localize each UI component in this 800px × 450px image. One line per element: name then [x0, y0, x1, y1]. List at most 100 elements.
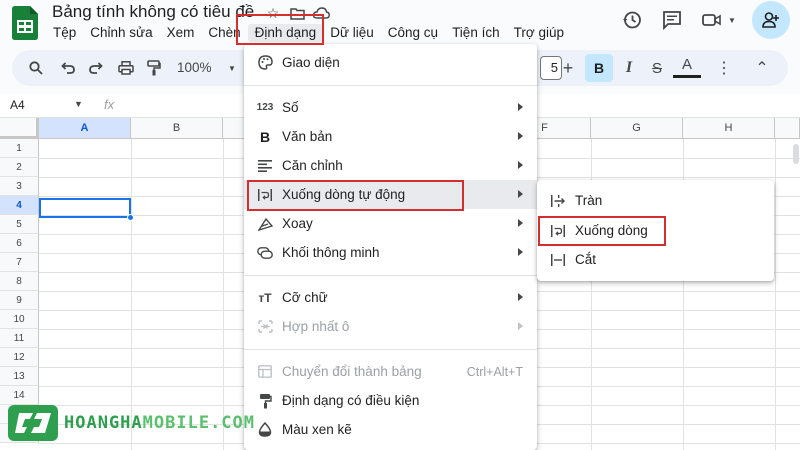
- number-format-icon: 123: [256, 102, 274, 113]
- align-icon: [256, 157, 274, 175]
- menu-item-font-size[interactable]: ᴛT Cỡ chữ: [244, 283, 537, 312]
- bold-button[interactable]: B: [585, 54, 613, 82]
- menu-item-label: Văn bản: [282, 129, 333, 144]
- menu-separator: [244, 85, 537, 86]
- sheets-window: Bảng tính không có tiêu đề ☆ Tệp Chỉnh s…: [0, 0, 800, 450]
- menu-item-text[interactable]: B Văn bản: [244, 122, 537, 151]
- menu-item-label: Xuống dòng tự động: [282, 187, 406, 202]
- column-header-a[interactable]: A: [39, 118, 131, 139]
- row-header[interactable]: 9: [0, 291, 39, 310]
- row-header[interactable]: 12: [0, 348, 39, 367]
- menu-help[interactable]: Trợ giúp: [507, 24, 571, 42]
- menu-format[interactable]: Định dạng: [247, 24, 324, 42]
- row-header[interactable]: 3: [0, 177, 39, 196]
- menu-tools[interactable]: Công cụ: [381, 24, 445, 42]
- menu-item-text-wrapping[interactable]: Xuống dòng tự động: [244, 180, 537, 209]
- submenu-arrow-icon: [518, 190, 523, 198]
- menu-file[interactable]: Tệp: [46, 24, 83, 42]
- submenu-item-label: Xuống dòng: [575, 223, 648, 238]
- search-icon[interactable]: [22, 54, 50, 82]
- menu-item-alignment[interactable]: Căn chỉnh: [244, 151, 537, 180]
- meet-icon[interactable]: ▼: [692, 0, 746, 40]
- clip-icon: [549, 251, 567, 269]
- collapse-toolbar-icon[interactable]: ⌃: [748, 54, 776, 82]
- row-header[interactable]: 10: [0, 310, 39, 329]
- selected-cell-a4[interactable]: [39, 198, 131, 218]
- submenu-arrow-icon: [518, 293, 523, 301]
- menu-data[interactable]: Dữ liệu: [323, 24, 381, 42]
- column-header-h[interactable]: H: [683, 118, 775, 139]
- history-icon[interactable]: [612, 0, 652, 40]
- print-icon[interactable]: [112, 54, 140, 82]
- zoom-dropdown-icon[interactable]: ▼: [218, 54, 246, 82]
- header-actions: ▼: [612, 0, 800, 40]
- submenu-item-clip[interactable]: Cắt: [537, 245, 774, 274]
- submenu-item-label: Cắt: [575, 252, 597, 267]
- menu-item-label: Chuyển đổi thành bảng: [282, 364, 422, 379]
- merge-cells-icon: [256, 318, 274, 336]
- overflow-icon: [549, 192, 567, 210]
- fill-handle[interactable]: [127, 214, 134, 221]
- menu-view[interactable]: Xem: [160, 24, 202, 42]
- italic-button[interactable]: I: [615, 54, 643, 82]
- menu-item-theme[interactable]: Giao diện: [244, 48, 537, 77]
- menu-item-smart-chips[interactable]: Khối thông minh: [244, 238, 537, 267]
- increase-font-size-icon[interactable]: +: [554, 54, 582, 82]
- move-folder-icon[interactable]: [288, 4, 306, 22]
- wrap-icon: [549, 222, 567, 240]
- row-header[interactable]: 8: [0, 272, 39, 291]
- menu-bar: Tệp Chỉnh sửa Xem Chèn Định dạng Dữ liệu…: [46, 24, 571, 42]
- menu-edit[interactable]: Chỉnh sửa: [83, 24, 159, 42]
- undo-icon[interactable]: [54, 54, 82, 82]
- menu-item-conditional-formatting[interactable]: Định dạng có điều kiện: [244, 386, 537, 415]
- share-button[interactable]: [752, 1, 790, 39]
- star-icon[interactable]: ☆: [264, 4, 282, 22]
- row-header[interactable]: 7: [0, 253, 39, 272]
- menu-extensions[interactable]: Tiện ích: [445, 24, 507, 42]
- more-options-icon[interactable]: ⋮: [710, 54, 738, 82]
- cloud-status-icon[interactable]: [312, 4, 330, 22]
- menu-item-rotation[interactable]: Xoay: [244, 209, 537, 238]
- table-icon: [256, 363, 274, 381]
- font-size-icon: ᴛT: [258, 290, 272, 305]
- sheets-logo-icon[interactable]: [12, 6, 38, 40]
- menu-item-alternating-colors[interactable]: Màu xen kẽ: [244, 415, 537, 444]
- row-header[interactable]: 1: [0, 139, 39, 158]
- menu-item-label: Hợp nhất ô: [282, 319, 350, 334]
- menu-insert[interactable]: Chèn: [201, 24, 247, 42]
- column-header-i[interactable]: [775, 118, 800, 139]
- brand-name: HOANGHAMOBILE.COM: [64, 413, 255, 433]
- select-all-corner[interactable]: [0, 118, 39, 139]
- row-header[interactable]: 13: [0, 367, 39, 386]
- menu-item-number[interactable]: 123 Số: [244, 93, 537, 122]
- menu-item-label: Căn chỉnh: [282, 158, 343, 173]
- name-box-dropdown-icon[interactable]: ▼: [74, 99, 83, 109]
- row-header[interactable]: 11: [0, 329, 39, 348]
- strikethrough-button[interactable]: S: [643, 54, 671, 82]
- fx-icon: fx: [104, 97, 115, 112]
- text-color-button[interactable]: A: [673, 54, 701, 78]
- brand-name-part-a: HOANGHA: [64, 413, 143, 433]
- zoom-level[interactable]: 100%: [177, 60, 212, 75]
- paint-roller-icon: [256, 392, 274, 410]
- row-header[interactable]: 4: [0, 196, 39, 215]
- vertical-scrollbar[interactable]: [793, 144, 799, 164]
- document-title[interactable]: Bảng tính không có tiêu đề: [52, 2, 254, 22]
- format-menu: Giao diện 123 Số B Văn bản Căn chỉnh Xuố…: [244, 44, 537, 450]
- brand-name-part-b: MOBILE.COM: [142, 413, 256, 433]
- row-header[interactable]: 5: [0, 215, 39, 234]
- column-header-g[interactable]: G: [591, 118, 683, 139]
- column-header-b[interactable]: B: [131, 118, 223, 139]
- submenu-item-overflow[interactable]: Tràn: [537, 186, 774, 215]
- row-header[interactable]: 14: [0, 386, 39, 405]
- redo-icon[interactable]: [82, 54, 110, 82]
- comments-icon[interactable]: [652, 0, 692, 40]
- name-box[interactable]: A4: [10, 98, 25, 112]
- grid-line: [775, 139, 776, 450]
- submenu-item-wrap[interactable]: Xuống dòng: [537, 216, 774, 245]
- title-actions: ☆: [264, 4, 330, 22]
- row-header[interactable]: 2: [0, 158, 39, 177]
- paint-format-icon[interactable]: [140, 54, 168, 82]
- menu-item-label: Giao diện: [282, 55, 340, 70]
- row-header[interactable]: 6: [0, 234, 39, 253]
